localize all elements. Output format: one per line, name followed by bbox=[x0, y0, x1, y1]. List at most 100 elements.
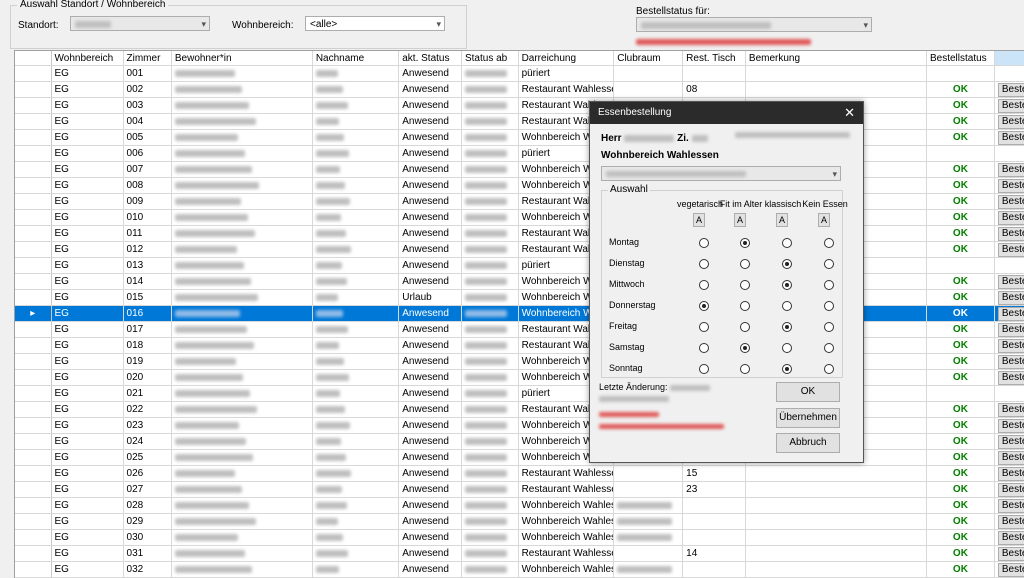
meal-radio[interactable] bbox=[740, 238, 750, 248]
col-rest-tisch[interactable]: Rest. Tisch bbox=[683, 51, 746, 66]
bestellung-button[interactable]: Bestellung Wah bbox=[998, 275, 1024, 289]
row-header[interactable] bbox=[15, 418, 51, 434]
table-row[interactable]: EG024AnwesendWohnbereich WahlessenOKBest… bbox=[15, 434, 1024, 450]
bestellung-button[interactable]: Bestellung Wah bbox=[998, 115, 1024, 129]
bestellung-button[interactable]: Bestellung Wah bbox=[998, 451, 1024, 465]
cell-action[interactable]: Bestellung Wah bbox=[994, 226, 1024, 242]
bestellung-button[interactable]: Bestellung Wah bbox=[998, 419, 1024, 433]
meal-radio[interactable] bbox=[782, 280, 792, 290]
table-row[interactable]: EG003AnwesendRestaurant WahlessenOKBeste… bbox=[15, 98, 1024, 114]
meal-radio[interactable] bbox=[782, 364, 792, 374]
table-row[interactable]: EG031AnwesendRestaurant Wahlessen14OKBes… bbox=[15, 546, 1024, 562]
row-header[interactable] bbox=[15, 450, 51, 466]
row-header[interactable] bbox=[15, 498, 51, 514]
cell-action[interactable]: Bestellung Wah bbox=[994, 418, 1024, 434]
bestellung-button[interactable]: Bestellung Wah bbox=[998, 243, 1024, 257]
table-row[interactable]: EG001Anwesendpüriert bbox=[15, 66, 1024, 82]
table-row[interactable]: EG002AnwesendRestaurant Wahlessen08OKBes… bbox=[15, 82, 1024, 98]
cell-action[interactable] bbox=[994, 386, 1024, 402]
table-row[interactable]: EG006Anwesendpüriert bbox=[15, 146, 1024, 162]
row-header[interactable] bbox=[15, 514, 51, 530]
meal-radio[interactable] bbox=[824, 301, 834, 311]
cell-action[interactable]: Bestellung Wah bbox=[994, 546, 1024, 562]
cell-action[interactable]: Bestellung Wah bbox=[994, 194, 1024, 210]
meal-radio[interactable] bbox=[740, 259, 750, 269]
table-row[interactable]: EG019AnwesendWohnbereich WahlessenOKBest… bbox=[15, 354, 1024, 370]
table-row[interactable]: EG015UrlaubWohnbereich WahlessenOKBestel… bbox=[15, 290, 1024, 306]
select-all-kein-essen-button[interactable]: A bbox=[818, 213, 830, 227]
row-header[interactable] bbox=[15, 258, 51, 274]
bestellung-button[interactable]: Bestellung Wah bbox=[998, 435, 1024, 449]
week-select[interactable]: ▾ bbox=[601, 166, 841, 181]
bestellung-button[interactable]: Bestellung Wah bbox=[998, 211, 1024, 225]
table-row[interactable]: EG005AnwesendWohnbereich WahlessenOKBest… bbox=[15, 130, 1024, 146]
cell-action[interactable]: Bestellung Wah bbox=[994, 498, 1024, 514]
row-header[interactable] bbox=[15, 562, 51, 578]
row-header[interactable] bbox=[15, 66, 51, 82]
bestellung-button[interactable]: Bestellung Wah bbox=[998, 83, 1024, 97]
cell-action[interactable]: Bestellung Wah bbox=[994, 290, 1024, 306]
bestellung-button[interactable]: Bestellung Wah bbox=[998, 371, 1024, 385]
row-header[interactable] bbox=[15, 482, 51, 498]
row-header[interactable] bbox=[15, 546, 51, 562]
cell-action[interactable]: Bestellung Wah bbox=[994, 354, 1024, 370]
cell-action[interactable] bbox=[994, 146, 1024, 162]
bestellung-button[interactable]: Bestellung Wah bbox=[998, 339, 1024, 353]
select-all-klassisch-button[interactable]: A bbox=[776, 213, 788, 227]
row-header[interactable] bbox=[15, 370, 51, 386]
meal-radio[interactable] bbox=[782, 301, 792, 311]
row-header[interactable] bbox=[15, 194, 51, 210]
table-row[interactable]: EG014AnwesendWohnbereich WahlessenOKBest… bbox=[15, 274, 1024, 290]
table-row[interactable]: EG017AnwesendRestaurant WahlessenOKBeste… bbox=[15, 322, 1024, 338]
row-header[interactable] bbox=[15, 162, 51, 178]
bestellung-button[interactable]: Bestellung Wah bbox=[998, 179, 1024, 193]
meal-radio[interactable] bbox=[699, 238, 709, 248]
residents-grid[interactable]: Wohnbereich Zimmer Bewohner*in Nachname … bbox=[14, 50, 1024, 578]
col-nachname[interactable]: Nachname bbox=[312, 51, 398, 66]
cell-action[interactable]: Bestellung Wah bbox=[994, 322, 1024, 338]
table-row[interactable]: EG012AnwesendRestaurant WahlessenOKBeste… bbox=[15, 242, 1024, 258]
cell-action[interactable] bbox=[994, 258, 1024, 274]
table-row[interactable]: EG028AnwesendWohnbereich WahlessenOKBest… bbox=[15, 498, 1024, 514]
meal-radio[interactable] bbox=[824, 259, 834, 269]
col-wohnbereich[interactable]: Wohnbereich bbox=[51, 51, 123, 66]
bestellung-button[interactable]: Bestellung Wah bbox=[998, 163, 1024, 177]
table-row[interactable]: EG009AnwesendRestaurant WahlessenOKBeste… bbox=[15, 194, 1024, 210]
row-header[interactable] bbox=[15, 322, 51, 338]
bestellung-button[interactable]: Bestellung Wah bbox=[998, 563, 1024, 577]
bestellung-button[interactable]: Bestellung Wah bbox=[998, 195, 1024, 209]
ok-button[interactable]: OK bbox=[776, 382, 840, 402]
row-header[interactable] bbox=[15, 130, 51, 146]
bestellung-button[interactable]: Bestellung Wah bbox=[998, 99, 1024, 113]
wohnbereich-select[interactable]: <alle> ▾ bbox=[305, 16, 445, 31]
bestellung-button[interactable]: Bestellung Wah bbox=[998, 291, 1024, 305]
meal-radio[interactable] bbox=[782, 343, 792, 353]
cell-action[interactable]: Bestellung Wah bbox=[994, 98, 1024, 114]
bestellstatus-select[interactable]: ▾ bbox=[636, 17, 872, 32]
select-all-vegetarisch-button[interactable]: A bbox=[693, 213, 705, 227]
table-row[interactable]: ▸EG016AnwesendWohnbereich WahlessenOKBes… bbox=[15, 306, 1024, 322]
col-bestellstatus[interactable]: Bestellstatus bbox=[926, 51, 994, 66]
cell-action[interactable]: Bestellung Wah bbox=[994, 162, 1024, 178]
bestellung-button[interactable]: Bestellung Wah bbox=[998, 467, 1024, 481]
row-header[interactable] bbox=[15, 402, 51, 418]
table-row[interactable]: EG032AnwesendWohnbereich WahlessenOKBest… bbox=[15, 562, 1024, 578]
bestellung-button[interactable]: Bestellung Wah bbox=[998, 355, 1024, 369]
table-row[interactable]: EG030AnwesendWohnbereich WahlessenOKBest… bbox=[15, 530, 1024, 546]
cell-action[interactable]: Bestellung Wah bbox=[994, 402, 1024, 418]
select-all-fit-button[interactable]: A bbox=[734, 213, 746, 227]
cell-action[interactable]: Bestellung Wah bbox=[994, 114, 1024, 130]
cell-action[interactable]: Bestellung Wah bbox=[994, 370, 1024, 386]
meal-radio[interactable] bbox=[824, 238, 834, 248]
cell-action[interactable]: Bestellung Wah bbox=[994, 530, 1024, 546]
col-status-ab[interactable]: Status ab bbox=[461, 51, 518, 66]
bestellung-button[interactable]: Bestellung Wah bbox=[998, 323, 1024, 337]
cell-action[interactable]: Bestellung Wah bbox=[994, 562, 1024, 578]
row-header[interactable] bbox=[15, 386, 51, 402]
table-row[interactable]: EG029AnwesendWohnbereich WahlessenOKBest… bbox=[15, 514, 1024, 530]
bestellung-button[interactable]: Bestellung Wah bbox=[998, 227, 1024, 241]
meal-radio[interactable] bbox=[699, 322, 709, 332]
meal-radio[interactable] bbox=[782, 238, 792, 248]
table-row[interactable]: EG013Anwesendpüriert bbox=[15, 258, 1024, 274]
table-row[interactable]: EG018AnwesendRestaurant WahlessenOKBeste… bbox=[15, 338, 1024, 354]
